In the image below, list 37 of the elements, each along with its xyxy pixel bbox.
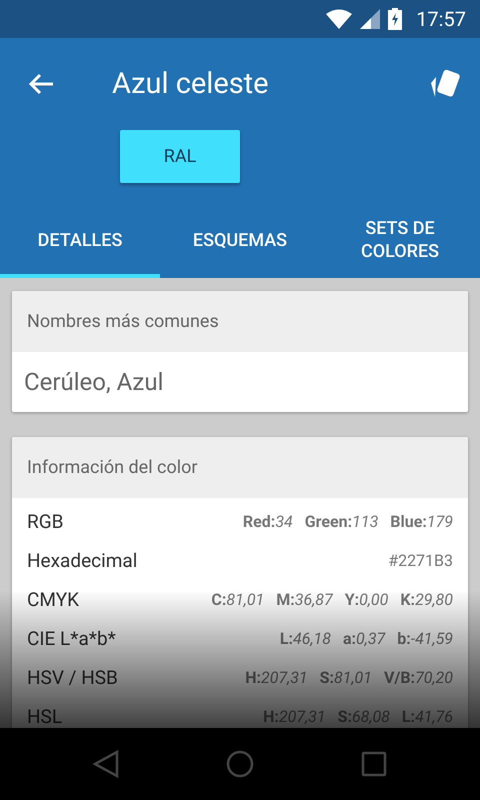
- color-value: C:81,01: [211, 590, 264, 609]
- color-value: L:46,18: [280, 629, 331, 648]
- recents-icon[interactable]: [360, 751, 387, 777]
- back-arrow-icon[interactable]: [28, 73, 54, 95]
- color-model-label: HSL: [27, 705, 62, 728]
- ral-button[interactable]: RAL: [120, 130, 240, 183]
- color-value: #2271B3: [388, 551, 453, 570]
- color-value: b:-41,59: [397, 629, 453, 648]
- color-value: Green:113: [304, 512, 378, 531]
- color-value: Blue:179: [390, 512, 453, 531]
- wifi-icon: [326, 9, 352, 29]
- signal-icon: [360, 9, 380, 29]
- clock: 17:57: [416, 7, 466, 31]
- card-header: Información del color: [12, 437, 468, 498]
- color-model-label: CIE L*a*b*: [27, 627, 116, 650]
- card-header: Nombres más comunes: [12, 291, 468, 352]
- color-value: K:29,80: [400, 590, 453, 609]
- tab[interactable]: DETALLES: [0, 206, 160, 278]
- cards-icon[interactable]: [428, 69, 460, 99]
- color-model-label: CMYK: [27, 588, 80, 611]
- color-model-label: RGB: [27, 510, 64, 533]
- color-value: Red:34: [242, 512, 293, 531]
- tab[interactable]: ESQUEMAS: [160, 206, 320, 278]
- color-value: Y:0,00: [344, 590, 388, 609]
- common-names: Cerúleo, Azul: [23, 367, 164, 398]
- color-model-label: Hexadecimal: [27, 549, 138, 572]
- color-value: M:36,87: [276, 590, 333, 609]
- color-value: S:81,01: [320, 668, 372, 687]
- color-model-label: HSV / HSB: [27, 666, 118, 689]
- back-icon[interactable]: [93, 750, 120, 778]
- tab[interactable]: SETS DE COLORES: [320, 206, 480, 278]
- home-icon[interactable]: [226, 750, 254, 778]
- color-value: a:0,37: [342, 629, 386, 648]
- battery-icon: [388, 8, 402, 30]
- color-value: V/B:70,20: [384, 668, 453, 687]
- color-value: H:207,31: [245, 668, 308, 687]
- screen-title: Azul celeste: [112, 67, 270, 101]
